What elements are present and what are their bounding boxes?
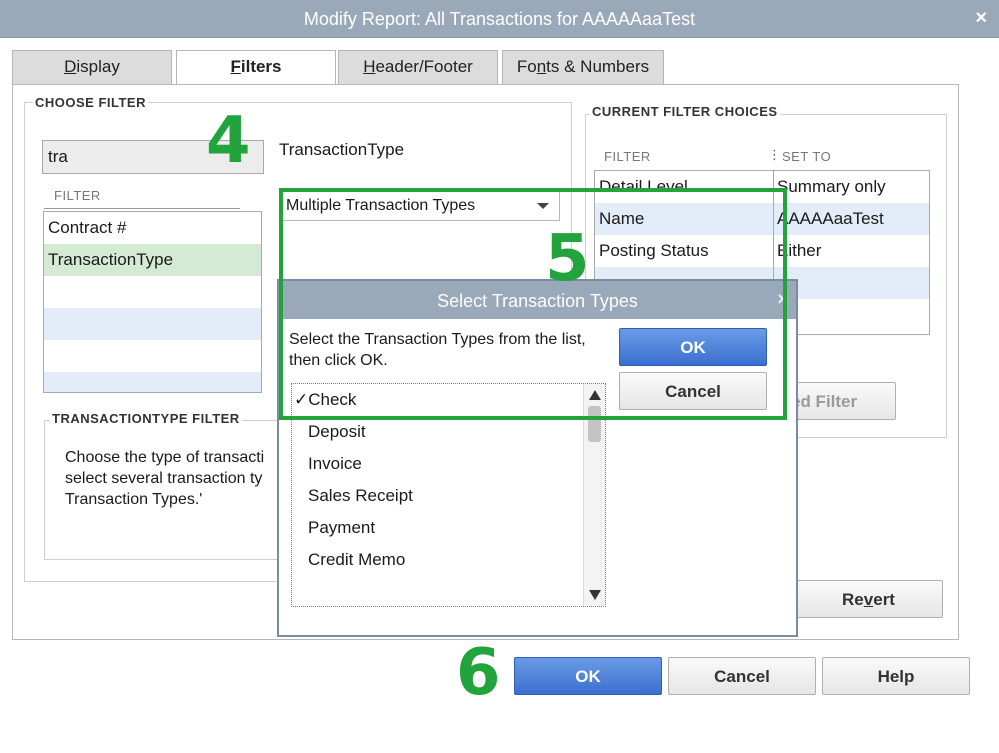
step-4-annotation: 4 (206, 104, 251, 178)
step-5-annotation: 5 (545, 222, 590, 296)
column-header-filter: FILTER (604, 149, 651, 164)
filter-description: Choose the type of transacti select seve… (65, 447, 280, 513)
modify-report-window: Modify Report: All Transactions for AAAA… (0, 0, 999, 753)
close-icon[interactable]: × (975, 7, 987, 30)
help-button[interactable]: Help (822, 657, 970, 695)
step-6-annotation: 6 (456, 636, 501, 710)
selected-filter-name: TransactionType (279, 140, 405, 159)
tab-header-footer[interactable]: Header/Footer (338, 50, 498, 85)
list-item[interactable]: Credit Memo (292, 544, 605, 576)
list-item[interactable] (44, 340, 261, 372)
column-header-set-to: SET TO (782, 149, 832, 164)
ok-button[interactable]: OK (514, 657, 662, 695)
list-item[interactable]: Invoice (292, 448, 605, 480)
title-bar[interactable]: Modify Report: All Transactions for AAAA… (0, 0, 999, 38)
tab-display[interactable]: Display (12, 50, 172, 85)
column-divider-icon: ⋮ (768, 147, 782, 162)
list-item[interactable]: Payment (292, 512, 605, 544)
description-line: Choose the type of transacti (65, 449, 265, 466)
step-5-highlight-box (279, 188, 787, 420)
list-item[interactable] (44, 276, 261, 308)
filter-list-header: FILTER (54, 188, 101, 203)
list-item[interactable] (44, 308, 261, 340)
list-item[interactable] (44, 372, 261, 392)
current-filter-choices-label: CURRENT FILTER CHOICES (590, 104, 780, 119)
choose-filter-label: CHOOSE FILTER (33, 95, 148, 110)
list-item[interactable]: Deposit (292, 416, 605, 448)
filter-list[interactable]: Contract # TransactionType (43, 211, 262, 393)
divider (44, 208, 240, 209)
tab-filters[interactable]: Filters (176, 50, 336, 86)
description-line: select several transaction ty (65, 470, 263, 487)
window-title: Modify Report: All Transactions for AAAA… (303, 9, 696, 29)
list-item[interactable]: Sales Receipt (292, 480, 605, 512)
transactiontype-filter-label: TRANSACTIONTYPE FILTER (50, 411, 242, 426)
cell-set-to: AAAAAaaTest (777, 209, 884, 228)
scroll-down-icon[interactable] (589, 590, 601, 600)
list-item[interactable]: Contract # (44, 212, 261, 244)
cancel-button[interactable]: Cancel (668, 657, 816, 695)
description-line: Transaction Types.' (65, 491, 203, 508)
tab-fonts-numbers[interactable]: Fonts & Numbers (502, 50, 664, 85)
list-item[interactable]: TransactionType (44, 244, 261, 276)
revert-button[interactable]: Revert (794, 580, 943, 618)
cell-set-to: Summary only (777, 177, 886, 196)
